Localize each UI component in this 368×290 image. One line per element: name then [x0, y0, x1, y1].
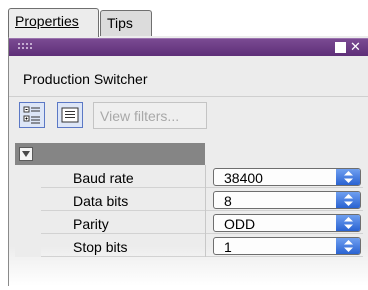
group-header-value: [205, 143, 363, 165]
select-value: 8: [224, 193, 232, 209]
property-row-baud-rate: Baud rate 38400: [15, 165, 363, 188]
property-label: Baud rate: [73, 170, 134, 186]
parity-select[interactable]: ODD: [213, 214, 361, 232]
dropdown-arrows-icon[interactable]: [336, 238, 360, 254]
tab-tips[interactable]: Tips: [100, 10, 152, 37]
row-indent: [15, 211, 41, 234]
dropdown-arrows-icon[interactable]: [336, 169, 360, 185]
categorized-view-button[interactable]: [19, 102, 45, 128]
list-view-icon: [61, 107, 79, 123]
property-row-data-bits: Data bits 8: [15, 188, 363, 211]
property-label: Parity: [73, 216, 109, 232]
panel-titlebar[interactable]: ✕: [9, 38, 368, 56]
maximize-icon[interactable]: [335, 42, 346, 53]
stop-bits-select[interactable]: 1: [213, 237, 361, 255]
column-divider: [205, 165, 206, 188]
categorized-view-icon: [23, 106, 40, 124]
column-divider: [205, 188, 206, 211]
row-indent: [15, 165, 41, 188]
tab-properties-label: Properties: [15, 13, 79, 29]
property-grid: Baud rate 38400 Data bits 8 Parity ODD S…: [15, 143, 363, 257]
panel-toolbar: View filters...: [9, 96, 368, 132]
tab-tips-label: Tips: [107, 15, 133, 31]
view-filters-button[interactable]: View filters...: [93, 102, 207, 129]
property-row-parity: Parity ODD: [15, 211, 363, 234]
data-bits-select[interactable]: 8: [213, 191, 361, 209]
row-indent: [15, 188, 41, 211]
panel-title: Production Switcher: [23, 71, 148, 87]
group-header-bar: [15, 143, 205, 165]
select-value: 38400: [224, 170, 263, 186]
tab-strip: Properties Tips: [8, 6, 364, 37]
collapse-toggle[interactable]: [19, 147, 33, 161]
baud-rate-select[interactable]: 38400: [213, 168, 361, 186]
select-value: 1: [224, 239, 232, 255]
property-label: Stop bits: [73, 239, 128, 255]
property-label: Data bits: [73, 193, 129, 209]
drag-grip-icon[interactable]: [17, 42, 33, 50]
row-indent: [15, 234, 41, 257]
properties-panel: ✕ Production Switcher View filters... Ba…: [8, 36, 368, 286]
property-row-stop-bits: Stop bits 1: [15, 234, 363, 257]
dropdown-arrows-icon[interactable]: [336, 215, 360, 231]
tab-properties[interactable]: Properties: [8, 8, 99, 37]
column-divider: [205, 211, 206, 234]
chevron-down-icon: [22, 151, 30, 157]
dropdown-arrows-icon[interactable]: [336, 192, 360, 208]
select-value: ODD: [224, 216, 256, 232]
column-divider: [205, 234, 206, 257]
close-icon[interactable]: ✕: [350, 41, 361, 54]
group-header: [15, 143, 363, 165]
list-view-button[interactable]: [57, 102, 83, 128]
